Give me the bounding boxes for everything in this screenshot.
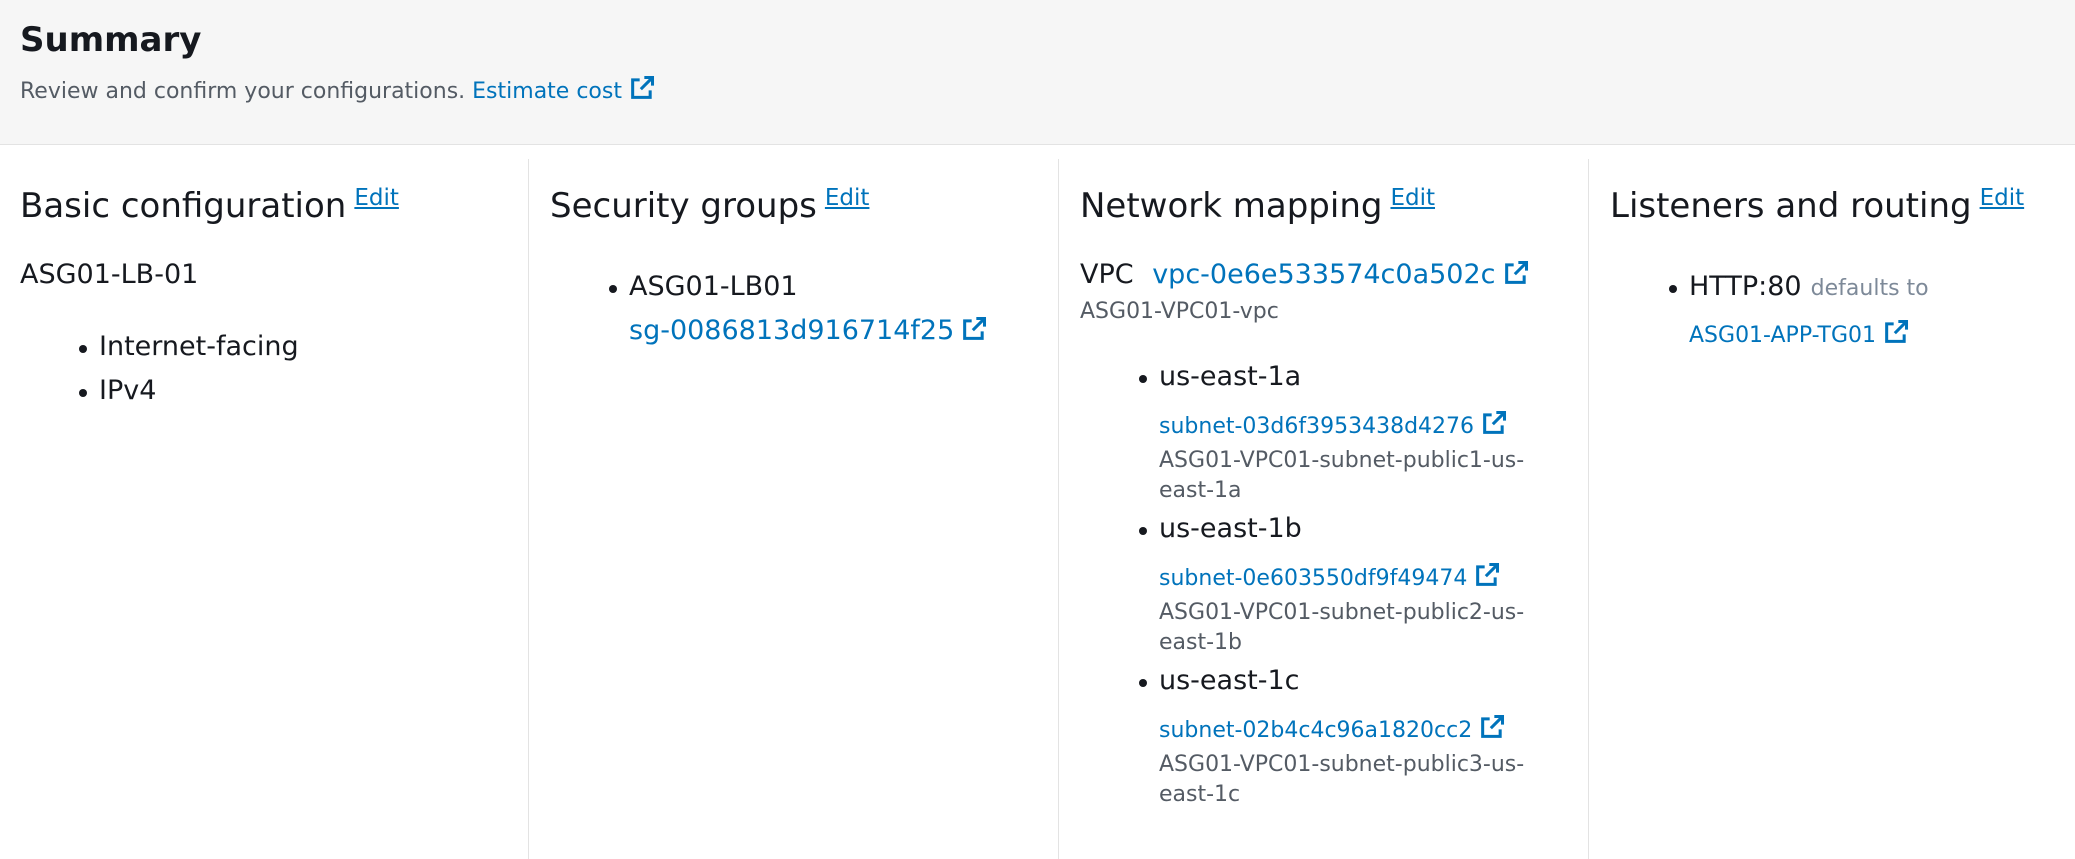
listeners-routing-panel: Listeners and routing Edit HTTP:80 defaul… <box>1590 159 2075 859</box>
bullet <box>1139 375 1147 383</box>
subnet-id-link[interactable]: subnet-0e603550df9f49474 <box>1159 561 1501 591</box>
description-text: Review and confirm your configurations. <box>20 79 466 104</box>
availability-zone: us-east-1a <box>1159 361 1302 392</box>
external-link-icon <box>963 316 987 340</box>
column-divider <box>528 159 529 859</box>
vpc-id: vpc-0e6e533574c0a502c <box>1152 259 1496 290</box>
summary-description: Review and confirm your configurations. … <box>20 74 656 104</box>
subnet-name: ASG01-VPC01-subnet-public2-us- <box>1159 600 1525 625</box>
listener-row: HTTP:80 defaults to <box>1689 271 1929 302</box>
security-groups-edit-link[interactable]: Edit <box>825 185 870 211</box>
security-groups-heading: Security groups Edit <box>550 185 869 226</box>
vpc-label: VPC <box>1080 259 1134 290</box>
security-group-id: sg-0086813d916714f25 <box>629 315 955 346</box>
subnet-name: ASG01-VPC01-subnet-public3-us- <box>1159 752 1525 777</box>
basic-configuration-panel: Basic configuration Edit ASG01-LB-01 Inte… <box>0 159 510 859</box>
subnet-id: subnet-0e603550df9f49474 <box>1159 566 1468 591</box>
external-link-icon <box>1481 714 1505 738</box>
subnet-name-continued: east-1a <box>1159 478 1242 503</box>
availability-zone: us-east-1b <box>1159 513 1302 544</box>
network-mapping-panel: Network mapping Edit VPC vpc-0e6e533574c0… <box>1060 159 1570 859</box>
target-group-name: ASG01-APP-TG01 <box>1689 323 1877 348</box>
column-divider <box>1588 159 1589 859</box>
ip-address-type-item: IPv4 <box>99 375 157 406</box>
basic-configuration-heading: Basic configuration Edit <box>20 185 399 226</box>
subnet-id: subnet-02b4c4c96a1820cc2 <box>1159 718 1473 743</box>
subnet-name: ASG01-VPC01-subnet-public1-us- <box>1159 448 1525 473</box>
defaults-to-text: defaults to <box>1810 276 1929 301</box>
security-group-name: ASG01-LB01 <box>629 271 798 302</box>
network-mapping-heading: Network mapping Edit <box>1080 185 1435 226</box>
bullet <box>79 389 87 397</box>
bullet <box>1139 679 1147 687</box>
vpc-row: VPC vpc-0e6e533574c0a502c <box>1080 259 1530 290</box>
vpc-id-link[interactable]: vpc-0e6e533574c0a502c <box>1152 259 1529 290</box>
external-link-icon <box>631 75 654 99</box>
listeners-routing-title: Listeners and routing <box>1610 186 1972 226</box>
external-link-icon <box>1476 562 1500 586</box>
bullet <box>609 285 617 293</box>
load-balancer-name: ASG01-LB-01 <box>20 259 199 290</box>
estimate-cost-link[interactable]: Estimate cost <box>472 75 656 104</box>
basic-configuration-edit-link[interactable]: Edit <box>354 185 399 211</box>
subnet-id: subnet-03d6f3953438d4276 <box>1159 414 1475 439</box>
external-link-icon <box>1504 260 1528 284</box>
scheme-item: Internet-facing <box>99 331 299 362</box>
page-title: Summary <box>20 20 202 60</box>
column-divider <box>1058 159 1059 859</box>
bullet <box>79 345 87 353</box>
external-link-icon <box>1483 410 1507 434</box>
estimate-cost-label: Estimate cost <box>472 79 622 104</box>
network-mapping-title: Network mapping <box>1080 186 1383 226</box>
subnet-id-link[interactable]: subnet-03d6f3953438d4276 <box>1159 409 1508 439</box>
security-groups-title: Security groups <box>550 186 817 226</box>
listeners-routing-edit-link[interactable]: Edit <box>1980 185 2025 211</box>
security-groups-panel: Security groups Edit ASG01-LB01 sg-008681… <box>530 159 1040 859</box>
vpc-name: ASG01-VPC01-vpc <box>1080 299 1279 324</box>
network-mapping-edit-link[interactable]: Edit <box>1390 185 1435 211</box>
target-group-link[interactable]: ASG01-APP-TG01 <box>1689 318 1910 348</box>
summary-header: Summary Review and confirm your configur… <box>0 0 2075 145</box>
subnet-name-continued: east-1c <box>1159 782 1241 807</box>
listeners-routing-heading: Listeners and routing Edit <box>1610 185 2024 226</box>
basic-configuration-title: Basic configuration <box>20 186 347 226</box>
security-group-id-link[interactable]: sg-0086813d916714f25 <box>629 315 988 346</box>
subnet-id-link[interactable]: subnet-02b4c4c96a1820cc2 <box>1159 713 1506 743</box>
listener-protocol-port: HTTP:80 <box>1689 271 1802 302</box>
external-link-icon <box>1885 319 1909 343</box>
bullet <box>1139 527 1147 535</box>
bullet <box>1669 285 1677 293</box>
subnet-name-continued: east-1b <box>1159 630 1243 655</box>
availability-zone: us-east-1c <box>1159 665 1300 696</box>
